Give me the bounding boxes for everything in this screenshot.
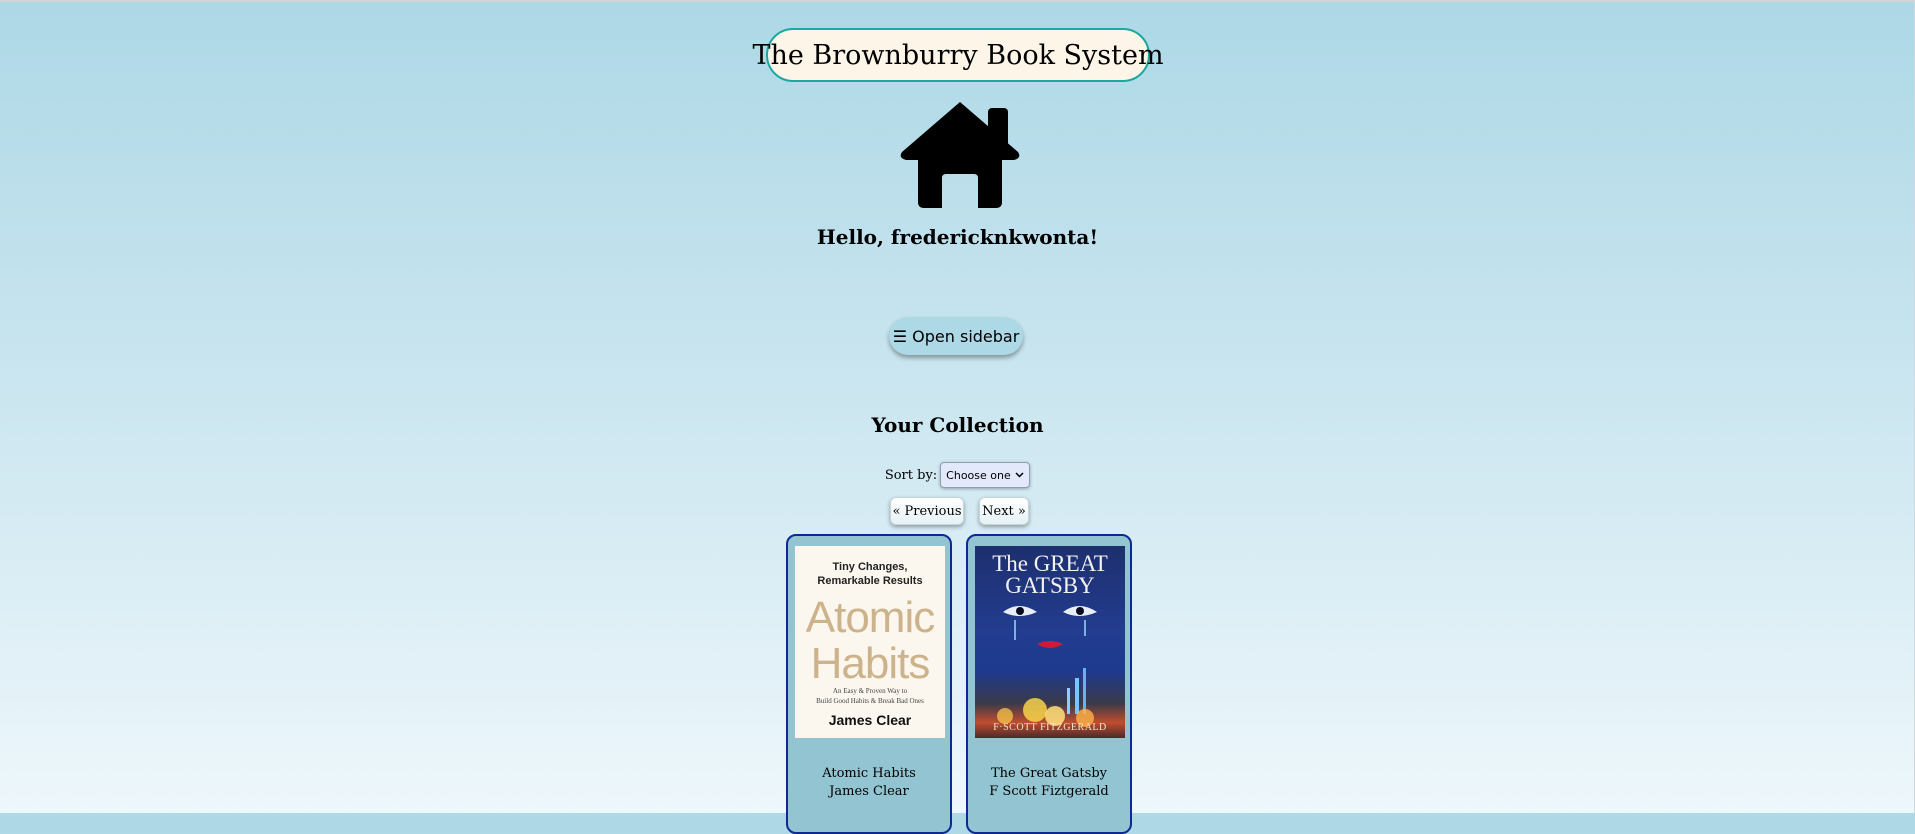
hamburger-icon: ☰ [892,326,908,346]
book-cover-image[interactable]: The GREAT GATSBY F·SCOTT FITZGERALD [975,546,1125,738]
open-sidebar-label: Open sidebar [912,326,1020,346]
sort-select[interactable]: Choose one [940,462,1031,488]
book-card[interactable]: The GREAT GATSBY F·SCOTT FITZGERALD The … [966,534,1132,834]
book-author: James Clear [829,784,909,799]
open-sidebar-button[interactable]: ☰ Open sidebar [889,317,1023,355]
cover-title: GATSBY [1005,573,1095,598]
greeting-text: Hello, fredericknkwonta! [816,225,1099,249]
app-title: The Brownburry Book System [752,28,1164,82]
book-cover-image[interactable]: Tiny Changes, Remarkable Results Atomic … [795,546,945,738]
book-author: F Scott Fiztgerald [989,784,1109,799]
cover-title: Atomic [805,593,935,642]
book-card[interactable]: Tiny Changes, Remarkable Results Atomic … [786,534,952,834]
sort-select-value: Choose one [946,468,1011,482]
next-page-button[interactable]: Next » [979,497,1029,525]
app-title-text: The Brownburry Book System [752,39,1164,71]
cover-tagline: Tiny Changes, [832,561,908,573]
collection-heading: Your Collection [871,413,1044,437]
cover-artwork [997,606,1097,727]
book-title: Atomic Habits [822,766,916,781]
window-top-border [0,0,1915,2]
sort-label: Sort by: [884,467,938,483]
book-title: The Great Gatsby [991,766,1107,781]
home-icon[interactable] [898,100,1022,210]
cover-author: James Clear [828,712,912,728]
sort-control: Sort by: Choose one [0,462,1915,488]
cover-title: Habits [810,639,931,688]
cover-subtitle: Build Good Habits & Break Bad Ones [816,697,924,705]
cover-tagline: Remarkable Results [817,575,923,587]
previous-page-button[interactable]: « Previous [890,497,964,525]
cover-author: F·SCOTT FITZGERALD [993,722,1107,733]
cover-subtitle: An Easy & Proven Way to [832,687,908,695]
chevron-down-icon [1015,472,1024,478]
